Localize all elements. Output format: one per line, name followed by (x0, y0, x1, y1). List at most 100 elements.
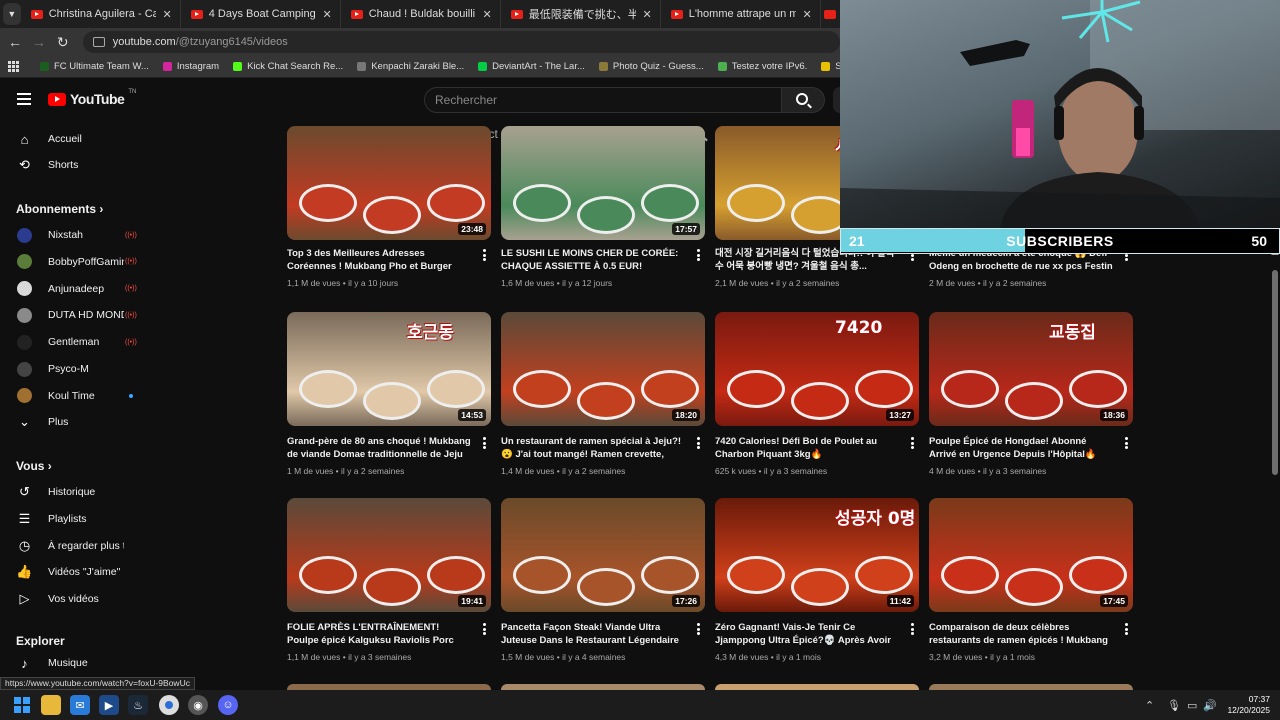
microphone-icon[interactable]: 🎙 (1167, 699, 1181, 712)
tab-close-icon[interactable]: ✕ (802, 8, 811, 21)
sidebar-item[interactable]: Psyco-M (0, 356, 155, 382)
video-title[interactable]: LE SUSHI LE MOINS CHER DE CORÉE: CHAQUE … (501, 247, 686, 273)
browser-tab[interactable]: Chaud ! Buldak bouilli avec une ✕ (341, 0, 501, 28)
browser-tab[interactable]: 最低限装備で挑む、半サバイバル ✕ (501, 0, 661, 28)
sidebar-item[interactable]: ▷ Vos vidéos (0, 586, 155, 612)
site-info-icon[interactable] (92, 37, 105, 47)
more-options-icon[interactable] (911, 623, 914, 635)
more-options-icon[interactable] (483, 249, 486, 261)
video-thumbnail[interactable]: 교동집 18:36 (929, 312, 1133, 426)
search-button[interactable] (781, 87, 825, 113)
bookmark[interactable]: Testez votre IPv6. (711, 61, 815, 72)
video-thumbnail[interactable]: 18:20 (501, 312, 705, 426)
search-input[interactable]: Rechercher (424, 87, 782, 113)
windows-start-icon[interactable] (12, 695, 32, 715)
sidebar-item[interactable]: ⌂ Accueil (0, 126, 155, 152)
file-explorer-icon[interactable] (41, 695, 61, 715)
video-thumbnail[interactable]: 7420 13:27 (715, 312, 919, 426)
video-title[interactable]: Top 3 des Meilleures Adresses Coréennes … (287, 247, 472, 273)
app-icon[interactable]: ▶ (99, 695, 119, 715)
webcam-overlay (840, 0, 1280, 228)
video-title[interactable]: Comparaison de deux célèbres restaurants… (929, 621, 1114, 647)
video-thumbnail[interactable]: 성공자 0명 11:42 (715, 498, 919, 612)
video-title[interactable]: Un restaurant de ramen spécial à Jeju?!😮… (501, 435, 686, 461)
voice-search-button[interactable] (833, 87, 840, 113)
network-icon[interactable]: ▭ (1187, 699, 1197, 712)
your-videos-icon: ▷ (19, 591, 30, 607)
video-title[interactable]: Poulpe Épicé de Hongdae! Abonné Arrivé e… (929, 435, 1114, 461)
video-thumbnail[interactable]: 17:45 (929, 498, 1133, 612)
you-header[interactable]: Vous › (16, 459, 52, 473)
more-options-icon[interactable] (697, 623, 700, 635)
menu-icon[interactable] (17, 93, 31, 105)
forward-icon[interactable]: → (27, 34, 51, 50)
browser-tab[interactable]: Christina Aguilera - Can't Hold Us ✕ (21, 0, 181, 28)
tab-close-icon[interactable]: ✕ (642, 8, 651, 21)
video-thumbnail[interactable]: 19:41 (287, 498, 491, 612)
video-age: il y a 12 jours (562, 278, 613, 288)
sidebar-item[interactable]: DUTA HD MONDE...((•)) (0, 302, 155, 328)
bookmark[interactable]: Kenpachi Zaraki Ble... (350, 61, 471, 72)
sidebar-item[interactable]: Anjunadeep ((•)) (0, 276, 155, 302)
sidebar-item[interactable]: BobbyPoffGaming((•)) (0, 249, 155, 275)
more-options-icon[interactable] (483, 437, 486, 449)
outlook-icon[interactable]: ✉ (70, 695, 90, 715)
youtube-logo[interactable]: YouTube TN (48, 89, 136, 107)
tab-close-icon[interactable]: ✕ (482, 8, 491, 21)
bookmark[interactable]: DeviantArt - The Lar... (471, 61, 592, 72)
video-thumbnail[interactable]: 호근동 14:53 (287, 312, 491, 426)
video-duration: 17:26 (672, 595, 700, 607)
sidebar-item-more[interactable]: ⌄ Plus (0, 409, 155, 435)
back-icon[interactable]: ← (3, 34, 27, 50)
more-options-icon[interactable] (483, 623, 486, 635)
bookmark[interactable]: Photo Quiz - Guess... (592, 61, 711, 72)
video-title[interactable]: Pancetta Façon Steak! Viande Ultra Juteu… (501, 621, 686, 647)
more-options-icon[interactable] (911, 437, 914, 449)
video-thumbnail[interactable]: 23:48 (287, 126, 491, 240)
sidebar-item[interactable]: Gentleman ((•)) (0, 329, 155, 355)
browser-tab[interactable]: 4 Days Boat Camping & Catching ✕ (181, 0, 341, 28)
video-title[interactable]: Zéro Gagnant! Vais-Je Tenir Ce Jjamppong… (715, 621, 900, 647)
obs-icon[interactable]: ◉ (188, 695, 208, 715)
video-title[interactable]: Grand-père de 80 ans choqué ! Mukbang de… (287, 435, 472, 461)
sidebar-item[interactable]: 👍 Vidéos "J'aime" (0, 559, 155, 585)
tab-close-icon[interactable]: ✕ (162, 8, 171, 21)
browser-tab[interactable]: L'homme attrape un monstre à ✕ (661, 0, 821, 28)
chrome-icon[interactable] (159, 695, 179, 715)
sidebar-item[interactable]: ☰ Playlists (0, 506, 155, 532)
scrollbar-thumb[interactable] (1272, 270, 1278, 475)
sidebar-item[interactable]: ⟲ Shorts (0, 152, 155, 178)
bookmark[interactable]: Instagram (156, 61, 226, 72)
steam-icon[interactable]: ♨ (128, 695, 148, 715)
video-title[interactable]: 7420 Calories! Défi Bol de Poulet au Cha… (715, 435, 900, 461)
screen: ▼ Christina Aguilera - Can't Hold Us✕4 D… (0, 0, 1280, 720)
video-thumbnail[interactable]: 17:26 (501, 498, 705, 612)
browser-tab-partial[interactable] (821, 0, 840, 28)
sidebar-item[interactable]: Nixstah ((•)) (0, 222, 155, 248)
tray-chevron-icon[interactable]: ⌃ (1145, 699, 1154, 712)
address-bar[interactable]: youtube.com/@tzuyang6145/videos (82, 31, 840, 53)
video-title[interactable]: FOLIE APRÈS L'ENTRAÎNEMENT! Poulpe épicé… (287, 621, 472, 647)
discord-icon[interactable]: ☺ (218, 695, 238, 715)
taskbar-clock[interactable]: 07:37 12/20/2025 (1214, 694, 1270, 716)
sidebar-item[interactable]: ◷ À regarder plus tard (0, 533, 155, 559)
reload-icon[interactable]: ↻ (51, 34, 75, 51)
subscriptions-header[interactable]: Abonnements › (16, 202, 103, 216)
more-options-icon[interactable] (697, 249, 700, 261)
video-metadata: 625 k vues • il y a 3 semaines (715, 466, 905, 476)
bookmark[interactable]: FC Ultimate Team W... (33, 61, 156, 72)
tab-close-icon[interactable]: ✕ (322, 8, 331, 21)
bookmark[interactable]: Kick Chat Search Re... (226, 61, 350, 72)
video-thumbnail[interactable]: 17:57 (501, 126, 705, 240)
video-duration: 14:53 (458, 409, 486, 421)
tab-list-icon[interactable]: ▼ (3, 3, 21, 25)
more-options-icon[interactable] (697, 437, 700, 449)
sidebar-item[interactable]: Koul Time (0, 383, 155, 409)
more-options-icon[interactable] (1125, 623, 1128, 635)
sidebar-item[interactable]: ↺ Historique (0, 479, 155, 505)
sidebar-item[interactable]: ♪ Musique (0, 650, 155, 676)
food-dish (727, 184, 785, 222)
food-dish (427, 370, 485, 408)
apps-grid-icon[interactable] (8, 60, 19, 73)
more-options-icon[interactable] (1125, 437, 1128, 449)
